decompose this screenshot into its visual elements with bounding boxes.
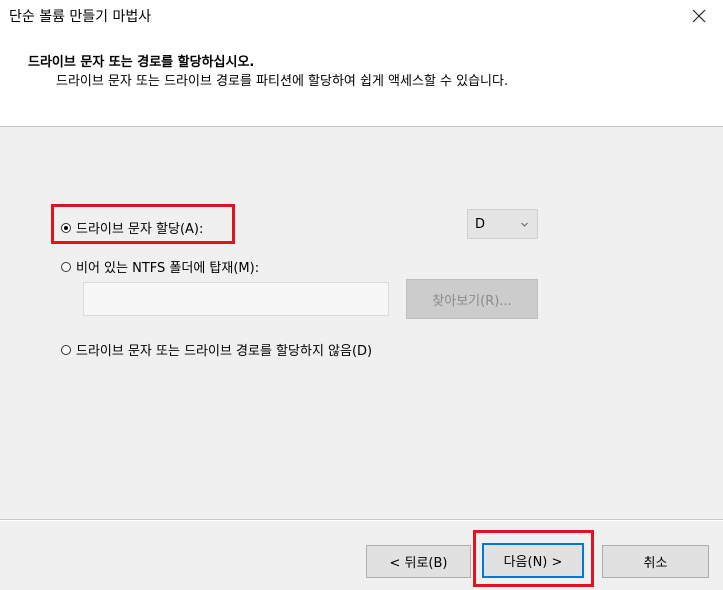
browse-button[interactable]: 찾아보기(R)... xyxy=(406,279,538,319)
footer-divider-highlight xyxy=(0,520,723,521)
page-heading: 드라이브 문자 또는 경로를 할당하십시오. xyxy=(28,55,255,70)
page-subheading: 드라이브 문자 또는 드라이브 경로를 파티션에 할당하여 쉽게 액세스할 수 … xyxy=(56,74,509,89)
wizard-header: 단순 볼륨 만들기 마법사 드라이브 문자 또는 경로를 할당하십시오. 드라이… xyxy=(0,0,723,127)
radio-mount-folder[interactable]: 비어 있는 NTFS 폴더에 탑재(M): xyxy=(61,257,259,276)
chevron-down-icon xyxy=(520,218,529,227)
back-button[interactable]: < 뒤로(B) xyxy=(366,545,471,578)
radio-assign-letter[interactable]: 드라이브 문자 할당(A): xyxy=(61,218,203,237)
cancel-button[interactable]: 취소 xyxy=(602,545,709,578)
folder-path-input[interactable] xyxy=(83,282,389,316)
radio-no-assign-label: 드라이브 문자 또는 드라이브 경로를 할당하지 않음(D) xyxy=(76,344,373,359)
radio-indicator-checked[interactable] xyxy=(61,222,71,233)
radio-no-assign[interactable]: 드라이브 문자 또는 드라이브 경로를 할당하지 않음(D) xyxy=(61,340,372,359)
next-button[interactable]: 다음(N) > xyxy=(482,543,584,578)
close-icon[interactable] xyxy=(687,4,711,28)
radio-mount-folder-label: 비어 있는 NTFS 폴더에 탑재(M): xyxy=(76,261,260,276)
window-title: 단순 볼륨 만들기 마법사 xyxy=(9,9,152,25)
radio-indicator[interactable] xyxy=(61,261,71,272)
drive-letter-select[interactable]: D xyxy=(467,209,538,239)
radio-indicator[interactable] xyxy=(61,344,71,355)
wizard-body xyxy=(0,128,723,518)
drive-letter-value: D xyxy=(475,216,486,232)
radio-assign-letter-label: 드라이브 문자 할당(A): xyxy=(76,222,204,237)
